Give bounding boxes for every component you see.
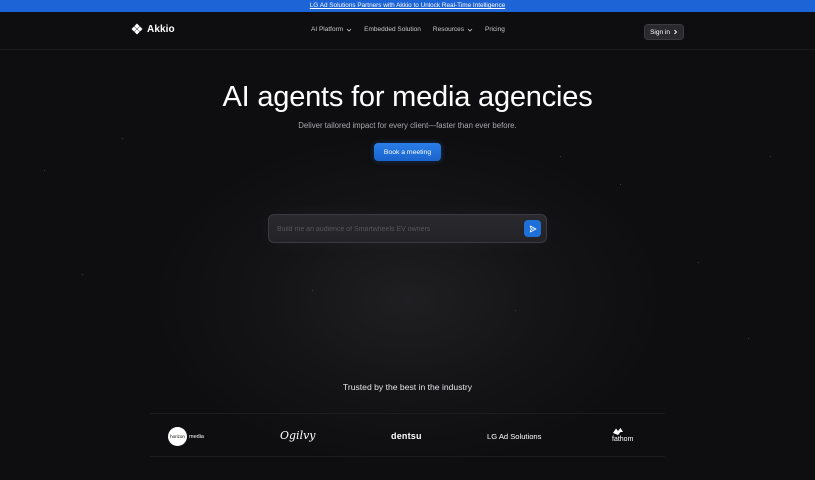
prompt-input[interactable] xyxy=(277,224,507,235)
chevron-down-icon xyxy=(346,28,352,32)
hero-title: AI agents for media agencies xyxy=(222,81,593,113)
sign-in-label: Sign in xyxy=(650,28,670,36)
announcement-link[interactable]: LG Ad Solutions Partners with Akkio to U… xyxy=(310,0,505,12)
nav-item-label: AI Platform xyxy=(311,26,344,33)
horizon-media-logo: horizon media xyxy=(168,427,204,446)
customer-logos: horizon media Ogilvy dentsu LG Ad Soluti… xyxy=(150,413,665,457)
page: LG Ad Solutions Partners with Akkio to U… xyxy=(0,0,815,480)
announcement-bar: LG Ad Solutions Partners with Akkio to U… xyxy=(0,0,815,12)
lg-ad-solutions-logo: LG Ad Solutions xyxy=(487,432,542,441)
fathom-mark-icon xyxy=(613,428,623,435)
horizon-circle: horizon xyxy=(168,427,187,446)
send-button[interactable] xyxy=(524,220,541,237)
book-meeting-button[interactable]: Book a meeting xyxy=(374,143,441,161)
chevron-down-icon xyxy=(467,28,473,32)
nav-item-pricing[interactable]: Pricing xyxy=(485,26,505,33)
nav-item-resources[interactable]: Resources xyxy=(433,26,473,33)
akkio-logo[interactable]: Akkio xyxy=(131,23,175,35)
sign-in-button[interactable]: Sign in xyxy=(644,24,684,40)
nav-item-ai-platform[interactable]: AI Platform xyxy=(311,26,352,33)
nav-menu: AI Platform Embedded Solution Resources … xyxy=(311,26,505,33)
akkio-logo-icon xyxy=(131,23,143,35)
nav-item-label: Resources xyxy=(432,26,464,33)
logo-text: Akkio xyxy=(147,23,175,35)
ogilvy-logo: Ogilvy xyxy=(280,429,316,442)
chevron-right-icon xyxy=(674,29,678,35)
horizon-word: media xyxy=(189,433,204,440)
top-nav: Akkio AI Platform Embedded Solution Reso… xyxy=(0,12,815,50)
trusted-heading: Trusted by the best in the industry xyxy=(342,382,473,392)
nav-item-label: Embedded Solution xyxy=(364,26,421,33)
nav-item-label: Pricing xyxy=(484,26,505,33)
fathom-logo: fathom xyxy=(612,427,633,443)
fathom-word: fathom xyxy=(612,436,634,443)
hero-subtitle: Deliver tailored impact for every client… xyxy=(298,121,517,130)
send-icon xyxy=(529,225,536,232)
nav-item-embedded-solution[interactable]: Embedded Solution xyxy=(364,26,421,33)
prompt-box xyxy=(268,214,547,243)
dentsu-logo: dentsu xyxy=(391,431,422,441)
